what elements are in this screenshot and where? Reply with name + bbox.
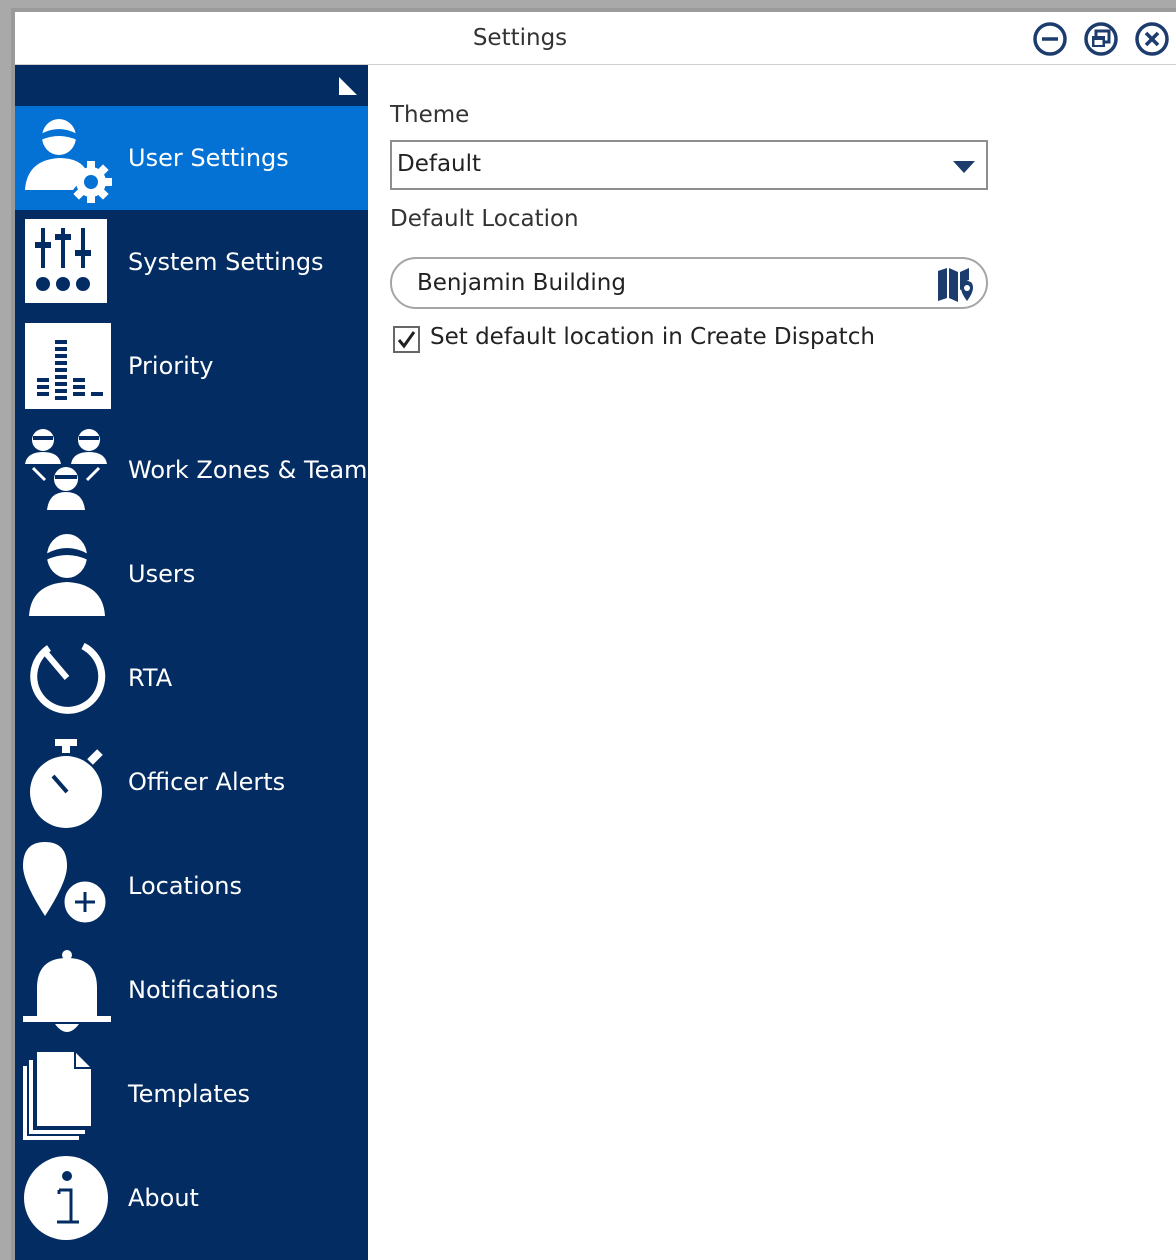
map-pin-icon[interactable]	[936, 265, 974, 303]
sidebar-item-priority[interactable]: Priority	[15, 314, 368, 418]
sidebar-item-label: Priority	[128, 352, 214, 380]
sidebar-item-label: Notifications	[128, 976, 279, 1004]
sidebar-item-label: Officer Alerts	[128, 768, 286, 796]
sidebar-item-system-settings[interactable]: System Settings	[15, 210, 368, 314]
location-add-icon	[23, 842, 109, 926]
sidebar-item-label: Templates	[128, 1080, 251, 1108]
default-location-field[interactable]: Benjamin Building	[390, 257, 988, 309]
bell-icon	[23, 950, 111, 1032]
sidebar-item-label: About	[128, 1184, 199, 1212]
info-icon	[24, 1156, 108, 1240]
close-icon[interactable]	[1134, 21, 1170, 57]
priority-bars-icon	[25, 323, 111, 409]
stopwatch-icon	[30, 739, 103, 828]
user-icon	[29, 534, 105, 616]
sidebar-item-label: Locations	[128, 872, 243, 900]
sidebar-item-officer-alerts[interactable]: Officer Alerts	[15, 730, 368, 834]
documents-icon	[23, 1052, 91, 1140]
sidebar-item-label: User Settings	[128, 144, 289, 172]
default-location-value: Benjamin Building	[417, 270, 626, 296]
sidebar-item-templates[interactable]: Templates	[15, 1042, 368, 1146]
window-title: Settings	[472, 25, 568, 51]
theme-label: Theme	[390, 102, 470, 128]
user-gear-icon	[25, 119, 112, 203]
theme-select-value: Default	[397, 151, 482, 177]
user-settings-panel: Theme Default Default Location Benjamin …	[368, 65, 1176, 1260]
sidebar-item-work-zones-teams[interactable]: Work Zones & Teams	[15, 418, 380, 522]
default-location-label: Default Location	[390, 206, 579, 232]
sidebar-item-label: Work Zones & Teams	[128, 456, 380, 484]
sidebar-item-users[interactable]: Users	[15, 522, 368, 626]
default-location-checkbox[interactable]	[393, 326, 420, 353]
sidebar-item-rta[interactable]: RTA	[15, 626, 368, 730]
team-icon	[25, 429, 107, 510]
sliders-icon	[25, 219, 107, 303]
sidebar-item-about[interactable]: About	[15, 1146, 368, 1250]
default-location-checkbox-label[interactable]: Set default location in Create Dispatch	[430, 324, 875, 350]
theme-select[interactable]: Default	[390, 140, 988, 190]
sidebar-item-label: RTA	[128, 664, 173, 692]
checkmark-icon	[397, 331, 416, 349]
timer-icon	[30, 642, 106, 714]
sidebar: User Settings System Settings Priority W…	[15, 65, 380, 1260]
chevron-down-icon	[953, 161, 975, 173]
sidebar-item-user-settings[interactable]: User Settings	[15, 106, 368, 210]
sidebar-item-locations[interactable]: Locations	[15, 834, 368, 938]
settings-window: Settings User Settings System Settings P…	[11, 8, 1176, 1260]
collapse-sidebar-icon[interactable]	[337, 75, 359, 97]
minimize-icon[interactable]	[1032, 21, 1068, 57]
restore-icon[interactable]	[1083, 21, 1119, 57]
sidebar-item-label: Users	[128, 560, 196, 588]
title-bar: Settings	[15, 12, 1176, 65]
sidebar-item-label: System Settings	[128, 248, 324, 276]
sidebar-item-notifications[interactable]: Notifications	[15, 938, 368, 1042]
